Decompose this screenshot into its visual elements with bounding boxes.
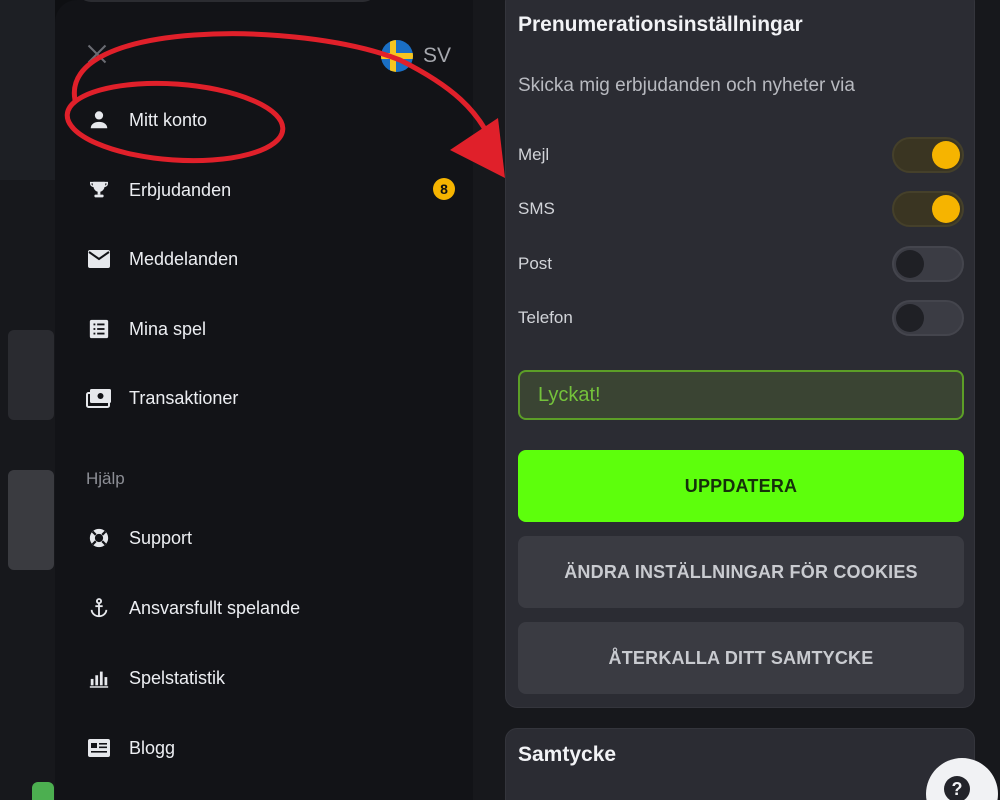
menu-item-my-account[interactable]: Mitt konto <box>85 98 455 142</box>
background-header-block <box>0 0 55 180</box>
help-chat-icon: ? <box>944 776 970 800</box>
toggle-knob <box>932 141 960 169</box>
menu-item-responsible-gaming[interactable]: Ansvarsfullt spelande <box>85 586 455 630</box>
background-page-strip <box>0 0 55 800</box>
option-row-phone: Telefon <box>518 298 964 338</box>
revoke-consent-button[interactable]: ÅTERKALLA DITT SAMTYCKE <box>518 622 964 694</box>
lifebuoy-icon <box>85 524 113 552</box>
background-game-card <box>8 470 54 570</box>
option-label: Mejl <box>518 145 550 164</box>
menu-item-label: Blogg <box>129 737 176 758</box>
post-toggle[interactable] <box>892 246 964 282</box>
sms-toggle[interactable] <box>892 191 964 227</box>
close-drawer-button[interactable] <box>83 40 111 68</box>
toggle-knob <box>932 195 960 223</box>
menu-item-messages[interactable]: Meddelanden <box>85 237 455 281</box>
success-message: Lyckat! <box>518 370 964 420</box>
background-game-card <box>8 330 54 420</box>
menu-item-label: Transaktioner <box>129 387 239 408</box>
consent-title: Samtycke <box>518 743 617 766</box>
menu-item-transactions[interactable]: Transaktioner <box>85 376 455 420</box>
email-toggle[interactable] <box>892 137 964 173</box>
mail-icon <box>85 245 113 273</box>
subscription-title: Prenumerationsinställningar <box>518 13 803 36</box>
menu-item-label: Mina spel <box>129 318 207 339</box>
cash-icon <box>85 384 113 412</box>
toggle-knob <box>896 250 924 278</box>
subscription-settings-card: Prenumerationsinställningar Skicka mig e… <box>505 0 975 708</box>
background-green-element <box>32 782 54 800</box>
option-row-sms: SMS <box>518 189 964 229</box>
menu-item-support[interactable]: Support <box>85 516 455 560</box>
menu-item-offers[interactable]: Erbjudanden 8 <box>85 168 455 212</box>
language-selector[interactable]: SV <box>380 40 451 72</box>
search-bar-edge <box>77 0 377 2</box>
menu-item-label: Erbjudanden <box>129 179 232 200</box>
menu-item-label: Mitt konto <box>129 109 208 130</box>
menu-item-label: Meddelanden <box>129 248 239 269</box>
option-row-email: Mejl <box>518 135 964 175</box>
subscription-subtitle: Skicka mig erbjudanden och nyheter via <box>518 75 855 96</box>
cookie-settings-button[interactable]: ÄNDRA INSTÄLLNINGAR FÖR COOKIES <box>518 536 964 608</box>
option-label: Telefon <box>518 308 573 327</box>
news-icon <box>85 734 113 762</box>
menu-item-my-games[interactable]: Mina spel <box>85 307 455 351</box>
phone-toggle[interactable] <box>892 300 964 336</box>
menu-item-blog[interactable]: Blogg <box>85 726 455 770</box>
bar-chart-icon <box>85 664 113 692</box>
consent-card: Samtycke <box>505 728 975 800</box>
menu-item-game-statistics[interactable]: Spelstatistik <box>85 656 455 700</box>
menu-item-label: Ansvarsfullt spelande <box>129 597 301 618</box>
option-row-post: Post <box>518 244 964 284</box>
trophy-icon <box>85 176 113 204</box>
menu-item-label: Spelstatistik <box>129 667 226 688</box>
offers-count-badge: 8 <box>433 178 455 200</box>
menu-item-label: Support <box>129 527 193 548</box>
option-label: SMS <box>518 199 555 218</box>
option-label: Post <box>518 254 553 273</box>
language-code: SV <box>422 44 451 67</box>
anchor-icon <box>85 594 113 622</box>
person-icon <box>85 106 113 134</box>
list-icon <box>85 315 113 343</box>
swedish-flag-icon <box>380 40 413 72</box>
toggle-knob <box>896 304 924 332</box>
navigation-drawer: SV Mitt konto Erbjudanden 8 Meddelanden … <box>55 0 473 800</box>
update-button[interactable]: UPPDATERA <box>518 450 964 522</box>
help-section-heading: Hjälp <box>86 469 125 488</box>
